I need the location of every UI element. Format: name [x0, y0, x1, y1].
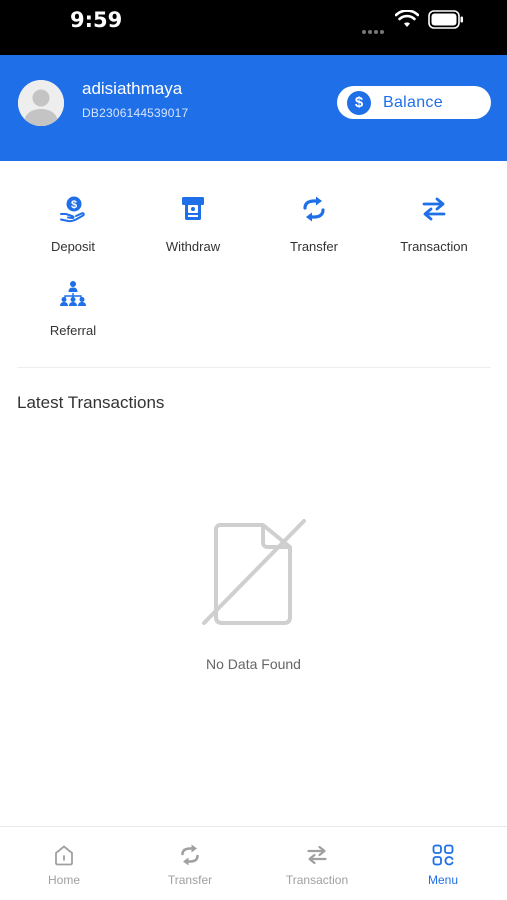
withdraw-label: Withdraw	[165, 239, 221, 254]
nav-menu-label: Menu	[427, 873, 459, 887]
cellular-signal-icon	[362, 21, 386, 39]
referral-label: Referral	[49, 323, 97, 338]
user-avatar-icon	[18, 80, 64, 126]
transfer-icon	[178, 843, 202, 867]
dollar-icon: $	[347, 90, 371, 115]
balance-label: Balance	[383, 93, 443, 111]
nav-transaction[interactable]: Transaction	[262, 827, 372, 900]
avatar[interactable]	[18, 80, 64, 126]
bottom-navigation: Home Transfer Transaction Menu	[0, 826, 507, 900]
deposit-icon: $	[59, 195, 87, 223]
svg-text:$: $	[71, 199, 77, 211]
transfer-action[interactable]: Transfer	[259, 195, 369, 275]
transfer-icon	[300, 195, 328, 223]
grid-menu-icon	[431, 843, 455, 867]
deposit-action[interactable]: $ Deposit	[18, 195, 128, 275]
transaction-action[interactable]: Transaction	[379, 195, 489, 275]
latest-transactions-title: Latest Transactions	[17, 393, 165, 412]
referral-action[interactable]: Referral	[18, 279, 128, 359]
nav-home-label: Home	[47, 873, 80, 887]
account-id: DB2306144539017	[82, 106, 189, 120]
status-bar: 9:59	[0, 0, 507, 55]
swap-arrows-icon	[305, 843, 329, 867]
nav-transfer[interactable]: Transfer	[135, 827, 245, 900]
referral-network-icon	[59, 279, 87, 307]
no-data-icon	[202, 519, 306, 625]
atm-icon	[179, 195, 207, 223]
nav-transaction-label: Transaction	[285, 873, 349, 887]
nav-menu[interactable]: Menu	[388, 827, 498, 900]
account-header: adisiathmaya DB2306144539017 $ Balance	[0, 55, 507, 161]
section-divider	[17, 367, 491, 368]
status-time: 9:59	[70, 8, 123, 32]
wifi-icon	[395, 10, 419, 27]
battery-icon	[428, 10, 463, 29]
username: adisiathmaya	[82, 79, 183, 98]
transaction-label: Transaction	[400, 239, 468, 254]
nav-home[interactable]: Home	[9, 827, 119, 900]
withdraw-action[interactable]: Withdraw	[138, 195, 248, 275]
balance-button[interactable]: $ Balance	[337, 86, 491, 119]
transfer-label: Transfer	[290, 239, 338, 254]
swap-arrows-icon	[420, 195, 448, 223]
deposit-label: Deposit	[50, 239, 96, 254]
home-icon	[52, 843, 76, 867]
empty-state-text: No Data Found	[206, 656, 301, 672]
nav-transfer-label: Transfer	[167, 873, 213, 887]
